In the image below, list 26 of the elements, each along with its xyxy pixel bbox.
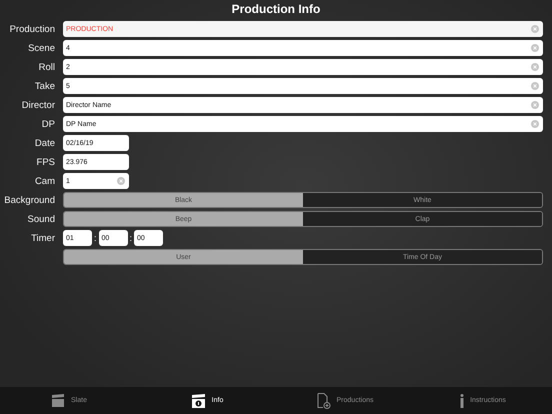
field-label: DP bbox=[40, 118, 55, 130]
field-label: Background bbox=[3, 194, 55, 206]
field-label: Roll bbox=[38, 62, 55, 72]
time-separator: : bbox=[94, 233, 97, 243]
field-label: Date bbox=[34, 138, 55, 148]
clapperboard-icon bbox=[51, 394, 66, 407]
clear-icon[interactable] bbox=[531, 120, 539, 128]
field-label: Timer bbox=[30, 232, 55, 244]
field-label: Take bbox=[34, 80, 55, 92]
clear-icon[interactable] bbox=[531, 44, 539, 52]
document-add-icon bbox=[316, 392, 331, 408]
clear-icon[interactable] bbox=[117, 177, 125, 185]
page-title: Production Info bbox=[230, 1, 322, 18]
field-label: Scene bbox=[27, 42, 55, 54]
field-label: Director bbox=[20, 100, 55, 110]
time-separator: : bbox=[130, 233, 132, 243]
field-label: Cam bbox=[34, 176, 55, 186]
field-label: Sound bbox=[26, 214, 55, 224]
field-label: FPS bbox=[36, 156, 55, 168]
clear-icon[interactable] bbox=[531, 82, 539, 90]
field-label: Production bbox=[8, 24, 55, 34]
clear-icon[interactable] bbox=[531, 25, 539, 33]
clapperboard-icon bbox=[190, 394, 206, 408]
info-icon bbox=[460, 394, 464, 408]
clear-icon[interactable] bbox=[531, 101, 539, 109]
clear-icon[interactable] bbox=[531, 63, 539, 71]
